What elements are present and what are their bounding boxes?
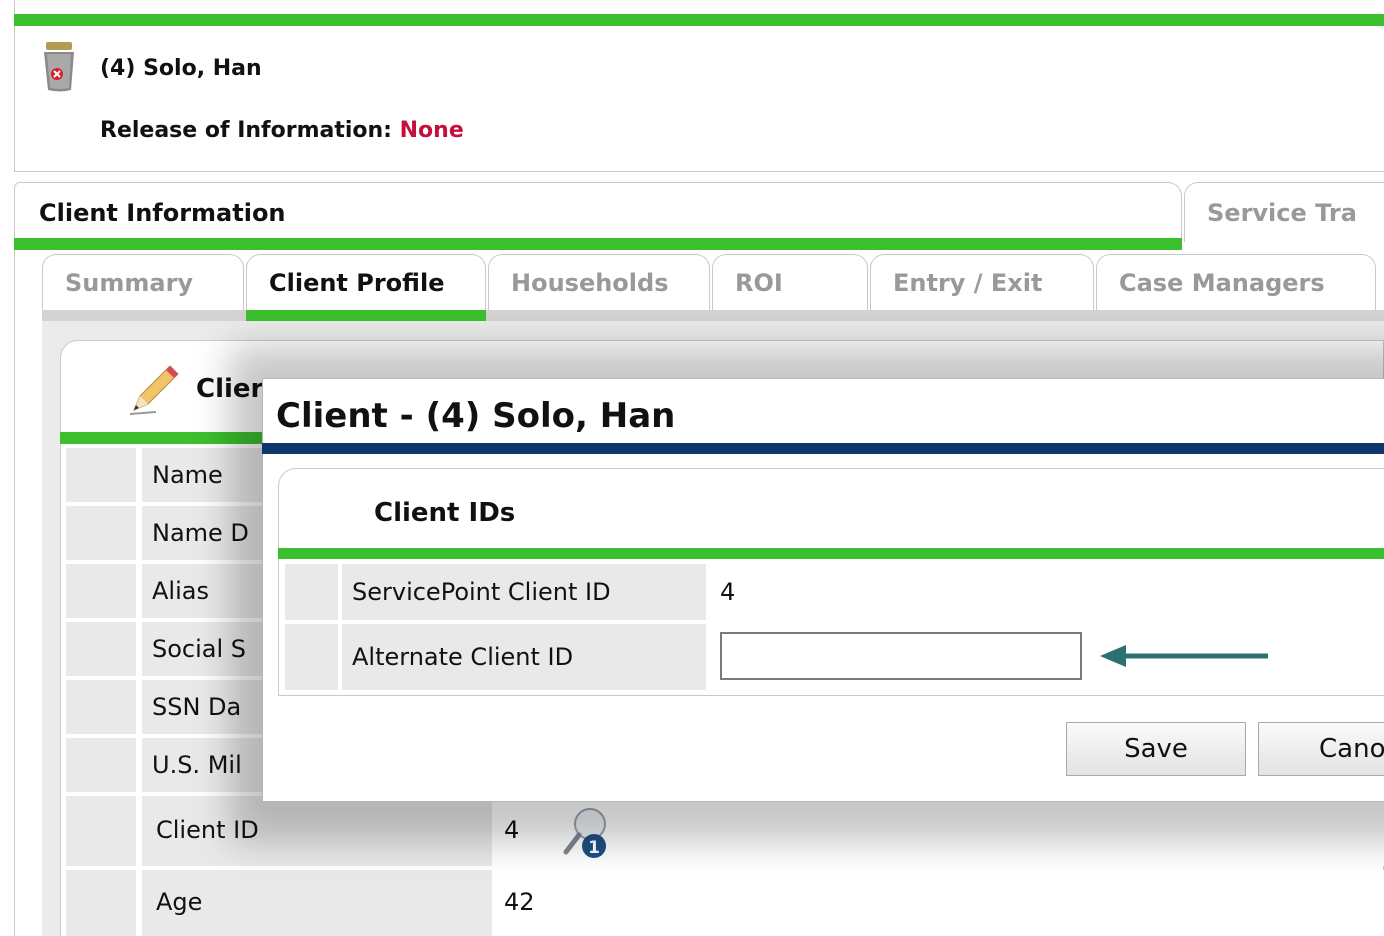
subtab-entry-exit[interactable]: Entry / Exit: [870, 254, 1094, 310]
roi-label: Release of Information:: [100, 118, 400, 143]
row-gutter: [66, 448, 136, 502]
subtab-label: ROI: [735, 269, 783, 297]
dialog-title-bar: [262, 443, 1384, 454]
subtab-client-profile[interactable]: Client Profile: [246, 254, 486, 310]
row-gutter: [285, 624, 338, 690]
header-accent-bar: [14, 14, 1384, 26]
subtab-active-indicator: [246, 310, 486, 321]
row-gutter: [285, 564, 338, 620]
subtab-label: Summary: [65, 269, 194, 297]
pencil-icon[interactable]: [126, 362, 182, 418]
dialog-title: Client - (4) Solo, Han: [276, 396, 676, 436]
alternate-id-label: Alternate Client ID: [342, 624, 706, 690]
tab-service-transactions[interactable]: Service Tra: [1184, 182, 1384, 242]
row-gutter: [66, 870, 136, 936]
row-gutter: [66, 506, 136, 560]
row-gutter: [66, 680, 136, 734]
servicepoint-id-label: ServicePoint Client ID: [342, 564, 706, 620]
subtab-label: Households: [511, 269, 669, 297]
trash-can-icon[interactable]: [40, 40, 80, 94]
subtab-label: Client Profile: [269, 269, 445, 297]
servicepoint-id-value: 4: [720, 578, 736, 606]
row-gutter: [66, 622, 136, 676]
subtab-label: Entry / Exit: [893, 269, 1043, 297]
table-row-label: Age: [142, 870, 492, 936]
tab-label: Client Information: [39, 199, 286, 227]
subtab-case-managers[interactable]: Case Managers: [1096, 254, 1376, 310]
table-row-value: 42: [492, 870, 1384, 936]
roi-status: Release of Information: None: [100, 118, 464, 143]
tab-label: Service Tra: [1207, 199, 1357, 227]
row-gutter: [66, 738, 136, 792]
subtab-summary[interactable]: Summary: [42, 254, 244, 310]
subtab-roi[interactable]: ROI: [712, 254, 868, 310]
section-title: Client IDs: [374, 498, 516, 528]
subtab-underline: [42, 310, 1384, 321]
section-accent-bar: [278, 548, 1384, 559]
cancel-button[interactable]: Cano: [1258, 722, 1384, 776]
roi-value: None: [399, 118, 464, 143]
tab-client-information[interactable]: Client Information: [14, 182, 1182, 242]
subtab-households[interactable]: Households: [488, 254, 710, 310]
arrow-left-icon: [1098, 640, 1270, 672]
subtab-label: Case Managers: [1119, 269, 1325, 297]
row-gutter: [66, 564, 136, 618]
client-name: (4) Solo, Han: [100, 56, 262, 81]
alternate-client-id-field[interactable]: [720, 632, 1082, 680]
main-tab-underline: [14, 238, 1182, 250]
row-gutter: [66, 796, 136, 866]
save-button[interactable]: Save: [1066, 722, 1246, 776]
